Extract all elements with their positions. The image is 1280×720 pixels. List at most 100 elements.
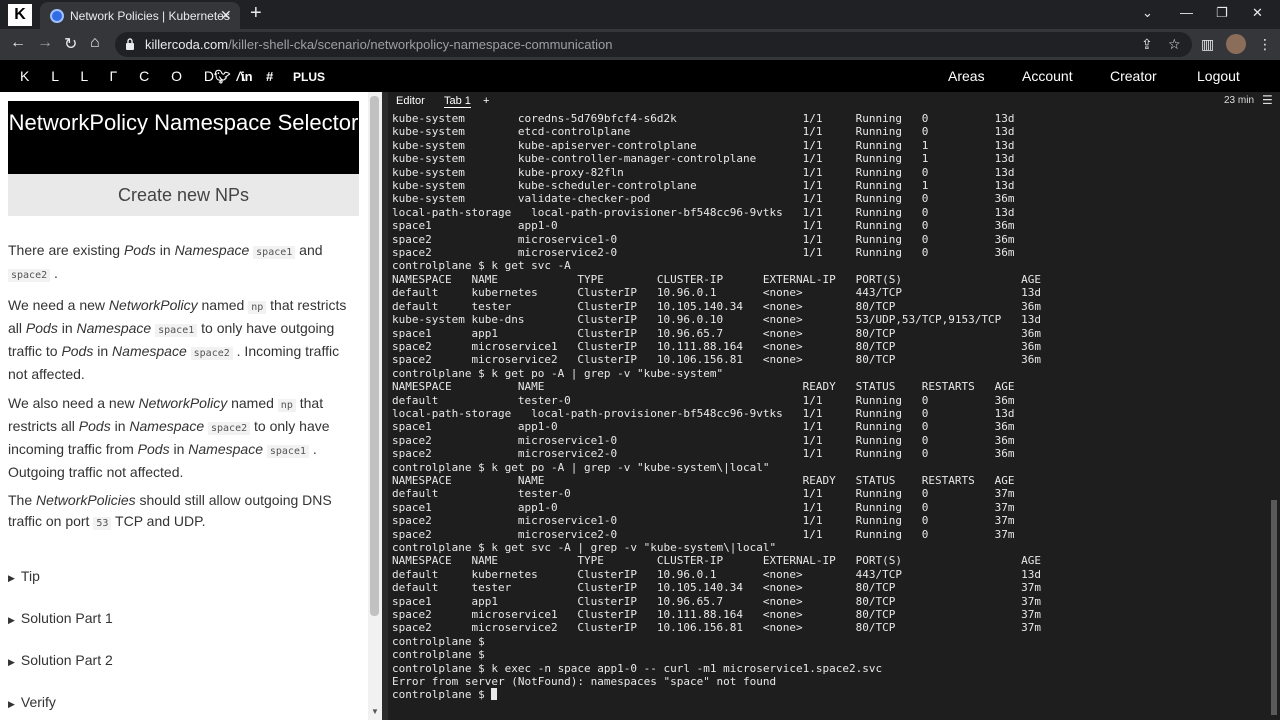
code-space1[interactable]: space1 — [253, 246, 296, 259]
terminal-line: controlplane $ k get svc -A — [392, 259, 571, 273]
twitter-icon[interactable]: 🐦︎ — [214, 69, 231, 85]
expand-triangle-icon: ▶ — [8, 573, 15, 583]
profile-avatar[interactable] — [1226, 34, 1246, 54]
terminal-line: space1 app1 ClusterIP 10.96.65.7 <none> … — [392, 594, 1042, 608]
killercoda-app-icon[interactable]: K — [8, 4, 32, 26]
browser-tab-bar: K Network Policies | Kubernetes ✕ + ⌄ — … — [0, 0, 1280, 29]
kubernetes-favicon-icon — [50, 9, 64, 23]
scroll-down-arrow-icon[interactable]: ▼ — [371, 707, 379, 716]
maximize-icon[interactable]: ❐ — [1216, 5, 1228, 21]
scenario-title: NetworkPolicy Namespace Selector — [8, 101, 359, 174]
scrollbar-thumb[interactable] — [370, 96, 379, 616]
code-space1[interactable]: space1 — [155, 324, 198, 337]
text-italic: Namespace — [129, 418, 205, 434]
code-space2[interactable]: space2 — [190, 347, 233, 360]
text-italic: Pods — [25, 320, 58, 336]
share-icon[interactable]: ⇪ — [1141, 36, 1153, 53]
details-label: Tip — [20, 568, 40, 584]
details-tip[interactable]: ▶ Tip — [8, 568, 40, 584]
expand-triangle-icon: ▶ — [8, 699, 15, 709]
terminal-line: default kubernetes ClusterIP 10.96.0.1 <… — [392, 567, 1042, 581]
terminal-line: kube-system coredns-5d769bfcf4-s6d2k 1/1… — [392, 112, 1015, 125]
tab-search-chevron-icon[interactable]: ⌄ — [1142, 5, 1153, 21]
session-timer: 23 min — [1224, 95, 1255, 106]
text: and — [295, 242, 323, 258]
terminal-line: controlplane $ — [392, 648, 485, 662]
text-italic: Pods — [61, 343, 94, 359]
code-np[interactable]: np — [248, 301, 267, 314]
terminal-prompt-line[interactable]: controlplane $ — [392, 688, 1262, 701]
scenario-panel: NetworkPolicy Namespace Selector Create … — [0, 92, 368, 720]
text: in — [93, 343, 113, 359]
bookmark-star-icon[interactable]: ☆ — [1168, 36, 1181, 53]
text: in — [169, 441, 189, 457]
browser-tab[interactable]: Network Policies | Kubernetes ✕ — [40, 2, 240, 29]
terminal-output[interactable]: kube-system coredns-5d769bfcf4-s6d2k 1/1… — [392, 112, 1262, 702]
home-icon[interactable]: ⌂ — [90, 34, 100, 52]
url-input[interactable]: killercoda.com/killer-shell-cka/scenario… — [115, 32, 1192, 57]
text-italic: Namespace — [174, 242, 250, 258]
tab-tab1[interactable]: Tab 1 — [444, 95, 471, 108]
terminal-line: default tester-0 1/1 Running 0 36m — [392, 393, 1015, 407]
tab-close-icon[interactable]: ✕ — [220, 7, 232, 24]
new-tab-icon[interactable]: + — [250, 2, 262, 25]
terminal-line: space2 microservice1 ClusterIP 10.111.88… — [392, 339, 1042, 353]
browser-menu-icon[interactable]: ⋮ — [1258, 36, 1272, 53]
nav-logout[interactable]: Logout — [1197, 68, 1240, 84]
text: . — [50, 265, 58, 281]
terminal-line: space2 microservice1-0 1/1 Running 0 36m — [392, 232, 1015, 246]
back-icon[interactable]: ← — [10, 34, 26, 52]
url-text: killercoda.com/killer-shell-cka/scenario… — [145, 37, 612, 52]
window-close-icon[interactable]: ✕ — [1252, 5, 1263, 21]
minimize-icon[interactable]: — — [1180, 5, 1193, 20]
scenario-scrollbar[interactable]: ▼ — [368, 92, 382, 720]
terminal-line: NAMESPACE NAME READY STATUS RESTARTS AGE — [392, 473, 1015, 487]
details-solution-part-1[interactable]: ▶ Solution Part 1 — [8, 610, 113, 626]
details-solution-part-2[interactable]: ▶ Solution Part 2 — [8, 652, 113, 668]
code-space2[interactable]: space2 — [8, 269, 51, 282]
nav-areas[interactable]: Areas — [948, 68, 985, 84]
terminal-line: space2 microservice2-0 1/1 Running 0 36m — [392, 246, 1015, 260]
terminal-line: kube-system validate-checker-pod 1/1 Run… — [392, 192, 1015, 206]
code-space2[interactable]: space2 — [208, 422, 251, 435]
side-panel-icon[interactable]: ▥ — [1201, 36, 1214, 53]
code-53[interactable]: 53 — [93, 517, 112, 530]
lock-icon[interactable] — [125, 38, 135, 50]
terminal-scrollbar[interactable] — [1268, 110, 1280, 720]
scrollbar-thumb[interactable] — [1271, 500, 1277, 715]
text: The — [8, 492, 37, 508]
reload-icon[interactable]: ↻ — [64, 34, 77, 54]
expand-triangle-icon: ▶ — [8, 615, 15, 625]
plus-link[interactable]: PLUS — [293, 70, 325, 84]
terminal-line: local-path-storage local-path-provisione… — [392, 205, 1015, 219]
linkedin-icon[interactable]: in — [241, 69, 253, 84]
terminal-line: kube-system kube-proxy-82fln 1/1 Running… — [392, 165, 1015, 179]
terminal-line: local-path-storage local-path-provisione… — [392, 406, 1015, 420]
details-label: Verify — [20, 694, 56, 710]
details-verify[interactable]: ▶ Verify — [8, 694, 56, 710]
text-italic: Namespace — [188, 441, 263, 457]
text-italic: Pods — [78, 418, 111, 434]
terminal-panel[interactable]: Editor Tab 1 + 23 min ☰ kube-system core… — [388, 92, 1280, 720]
add-tab-button[interactable]: + — [483, 95, 489, 107]
hamburger-menu-icon[interactable]: ☰ — [1262, 93, 1273, 107]
terminal-line: kube-system kube-apiserver-controlplane … — [392, 138, 1015, 152]
forward-icon[interactable]: → — [37, 34, 53, 52]
code-np[interactable]: np — [277, 399, 296, 412]
text: There are existing — [8, 242, 124, 258]
terminal-line: space2 microservice1-0 1/1 Running 0 36m — [392, 433, 1015, 447]
slack-icon[interactable]: # — [266, 69, 273, 84]
terminal-prompt: controlplane $ — [392, 688, 492, 702]
tab-editor[interactable]: Editor — [396, 95, 425, 107]
terminal-line: space2 microservice1 ClusterIP 10.111.88… — [392, 608, 1042, 622]
terminal-line: space2 microservice2 ClusterIP 10.106.15… — [392, 353, 1042, 367]
terminal-line: Error from server (NotFound): namespaces… — [392, 675, 777, 689]
nav-creator[interactable]: Creator — [1110, 68, 1157, 84]
terminal-line: NAMESPACE NAME READY STATUS RESTARTS AGE — [392, 380, 1015, 394]
text-italic: NetworkPolicy — [138, 395, 228, 411]
terminal-line: NAMESPACE NAME TYPE CLUSTER-IP EXTERNAL-… — [392, 272, 1042, 286]
nav-account[interactable]: Account — [1022, 68, 1073, 84]
terminal-tabs: Editor Tab 1 + 23 min ☰ — [388, 92, 1280, 110]
code-space1[interactable]: space1 — [266, 445, 309, 458]
details-label: Solution Part 1 — [20, 610, 113, 626]
